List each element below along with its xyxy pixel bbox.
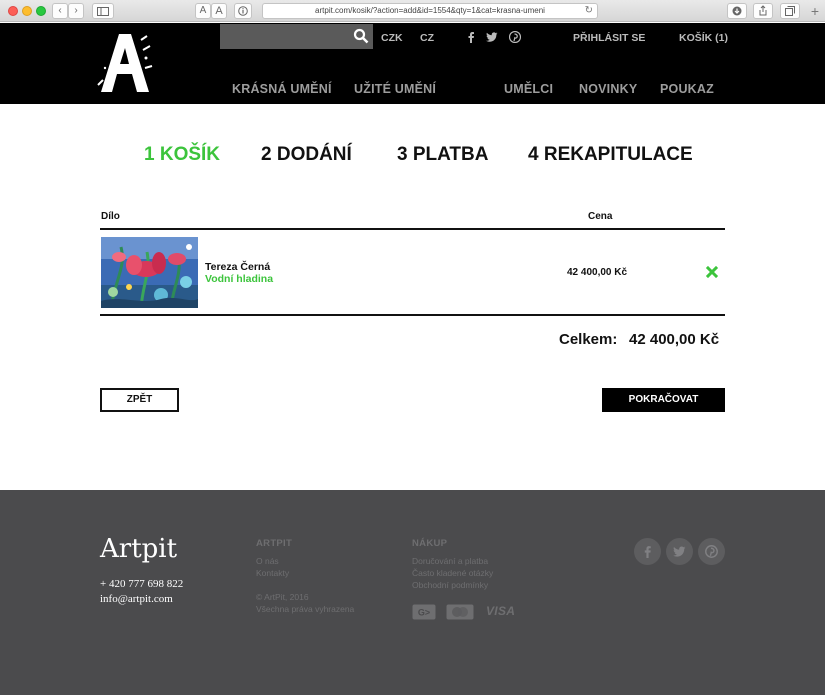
reload-icon[interactable]: ↻ [585, 4, 593, 18]
pinterest-icon[interactable] [509, 31, 521, 43]
url-text: artpit.com/kosik/?action=add&id=1554&qty… [315, 6, 545, 15]
nav-artists[interactable]: UMĚLCI [504, 82, 553, 96]
facebook-icon [644, 546, 651, 558]
item-price: 42 400,00 Kč [567, 267, 628, 278]
share-icon [759, 5, 767, 16]
pinterest-icon [705, 545, 718, 558]
footer-link-about[interactable]: O nás [256, 556, 279, 566]
step-cart: 1 KOŠÍK [144, 144, 221, 165]
footer-facebook-button[interactable] [634, 538, 661, 565]
share-button[interactable] [753, 3, 773, 19]
facebook-icon[interactable] [465, 31, 477, 43]
visa-icon: VISA [486, 604, 516, 618]
column-header-price: Cena [588, 211, 613, 222]
browser-toolbar: ‹ › A A artpit.com/kosik/?action=add&id=… [0, 0, 825, 22]
mastercard-icon [446, 604, 474, 620]
cart-link[interactable]: KOŠÍK (1) [679, 32, 728, 44]
nav-fine-art[interactable]: KRÁSNÁ UMĚNÍ [232, 82, 332, 96]
currency-czk[interactable]: CZK [381, 32, 403, 44]
site-footer: Artpit + 420 777 698 822 info@artpit.com… [0, 490, 825, 695]
back-nav-button[interactable]: ‹ [52, 3, 68, 19]
minimize-window-button[interactable] [22, 6, 32, 16]
forward-nav-button[interactable]: › [68, 3, 84, 19]
footer-twitter-button[interactable] [666, 538, 693, 565]
total-value: 42 400,00 Kč [629, 331, 720, 348]
remove-item-icon[interactable] [706, 266, 718, 278]
artwork-thumbnail[interactable] [101, 237, 198, 308]
footer-pinterest-button[interactable] [698, 538, 725, 565]
tabs-button[interactable] [780, 3, 800, 19]
step-summary: 4 REKAPITULACE [528, 144, 693, 165]
total-label: Celkem: [559, 331, 618, 348]
twitter-icon [673, 546, 686, 557]
downloads-button[interactable] [727, 3, 747, 19]
table-footer-divider [100, 314, 725, 316]
footer-copyright: © ArtPit, 2016 [256, 592, 309, 602]
footer-phone[interactable]: + 420 777 698 822 [100, 578, 183, 590]
site-header: CZK CZ PŘIHLÁSIT SE KOŠÍK (1) KRÁSNÁ UMĚ… [0, 23, 825, 104]
artwork-title[interactable]: Vodní hladina [205, 273, 273, 285]
search-icon[interactable] [353, 28, 369, 44]
svg-text:G>: G> [418, 608, 430, 618]
download-icon [732, 6, 742, 16]
footer-email[interactable]: info@artpit.com [100, 593, 173, 605]
url-bar[interactable]: artpit.com/kosik/?action=add&id=1554&qty… [262, 3, 598, 19]
tabs-icon [785, 6, 795, 16]
nav-voucher[interactable]: POUKAZ [660, 82, 714, 96]
back-button[interactable]: ZPĚT [100, 388, 179, 412]
footer-artpit-heading: ARTPIT [256, 538, 293, 549]
sidebar-toggle-button[interactable] [92, 3, 114, 19]
footer-link-terms[interactable]: Obchodní podmínky [412, 580, 488, 590]
step-payment: 3 PLATBA [397, 144, 489, 165]
text-smaller-button[interactable]: A [195, 3, 211, 19]
info-icon [238, 6, 248, 16]
nav-applied-art[interactable]: UŽITÉ UMĚNÍ [354, 82, 436, 96]
new-tab-button[interactable]: + [806, 2, 824, 20]
login-link[interactable]: PŘIHLÁSIT SE [573, 32, 645, 44]
zoom-window-button[interactable] [36, 6, 46, 16]
language-cz[interactable]: CZ [420, 32, 434, 44]
text-larger-button[interactable]: A [211, 3, 227, 19]
nav-news[interactable]: NOVINKY [579, 82, 637, 96]
step-delivery: 2 DODÁNÍ [261, 144, 352, 165]
artpit-logo[interactable] [97, 30, 153, 94]
close-window-button[interactable] [8, 6, 18, 16]
twitter-icon[interactable] [486, 31, 498, 43]
footer-link-faq[interactable]: Často kladené otázky [412, 568, 493, 578]
footer-link-delivery[interactable]: Doručování a platba [412, 556, 488, 566]
artist-name[interactable]: Tereza Černá [205, 261, 270, 273]
info-button[interactable] [234, 3, 252, 19]
sidebar-icon [97, 7, 109, 16]
footer-rights: Všechna práva vyhrazena [256, 604, 355, 614]
footer-shop-heading: NÁKUP [412, 538, 448, 549]
table-header-divider [100, 228, 725, 230]
gopay-icon: G> [412, 604, 436, 620]
footer-brand-logo: Artpit [100, 534, 178, 564]
continue-button[interactable]: POKRAČOVAT [602, 388, 725, 412]
column-header-work: Dílo [101, 211, 120, 222]
search-box[interactable] [220, 24, 373, 49]
footer-link-contacts[interactable]: Kontakty [256, 568, 289, 578]
